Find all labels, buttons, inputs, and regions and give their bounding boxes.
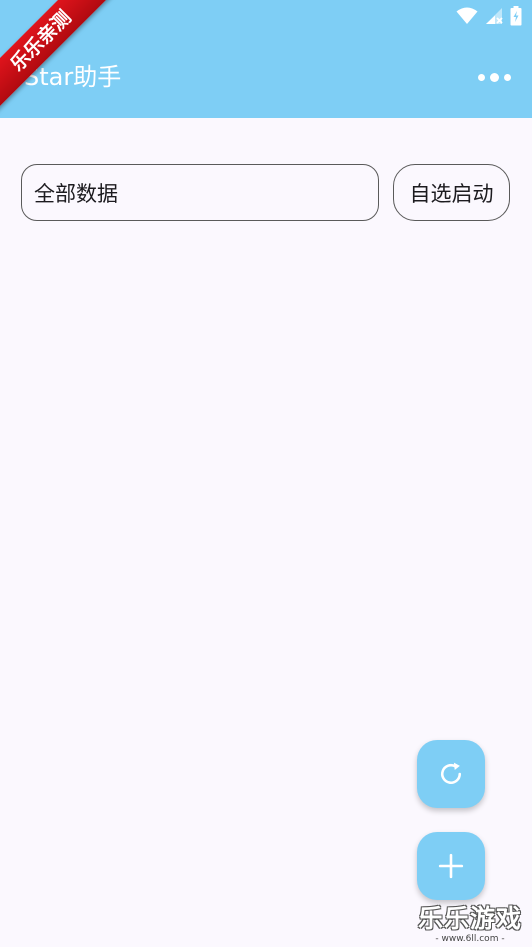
battery-charging-icon [510,6,522,26]
watermark: 乐乐游戏 - www.6ll.com - [414,905,526,945]
app-bar: Star助手 [0,0,532,118]
refresh-fab[interactable] [417,740,485,808]
data-filter-value: 全部数据 [34,181,118,206]
signal-icon [486,8,503,24]
auto-start-label: 自选启动 [409,181,494,206]
auto-start-button[interactable]: 自选启动 [393,164,510,221]
more-horizontal-icon [477,73,485,81]
data-filter-selector[interactable]: 全部数据 [21,164,379,221]
status-icons [456,6,522,26]
wifi-icon [456,7,478,24]
app-title: Star助手 [24,63,122,91]
watermark-logo: 乐乐游戏 [417,904,522,933]
more-horizontal-icon-dot [503,73,511,81]
more-horizontal-icon-dot [489,72,499,82]
plus-icon [438,853,464,879]
refresh-icon [441,762,462,784]
more-options-button[interactable] [476,62,512,92]
watermark-url: - www.6ll.com - [435,934,505,944]
status-bar [0,0,532,34]
add-fab[interactable] [417,832,485,900]
